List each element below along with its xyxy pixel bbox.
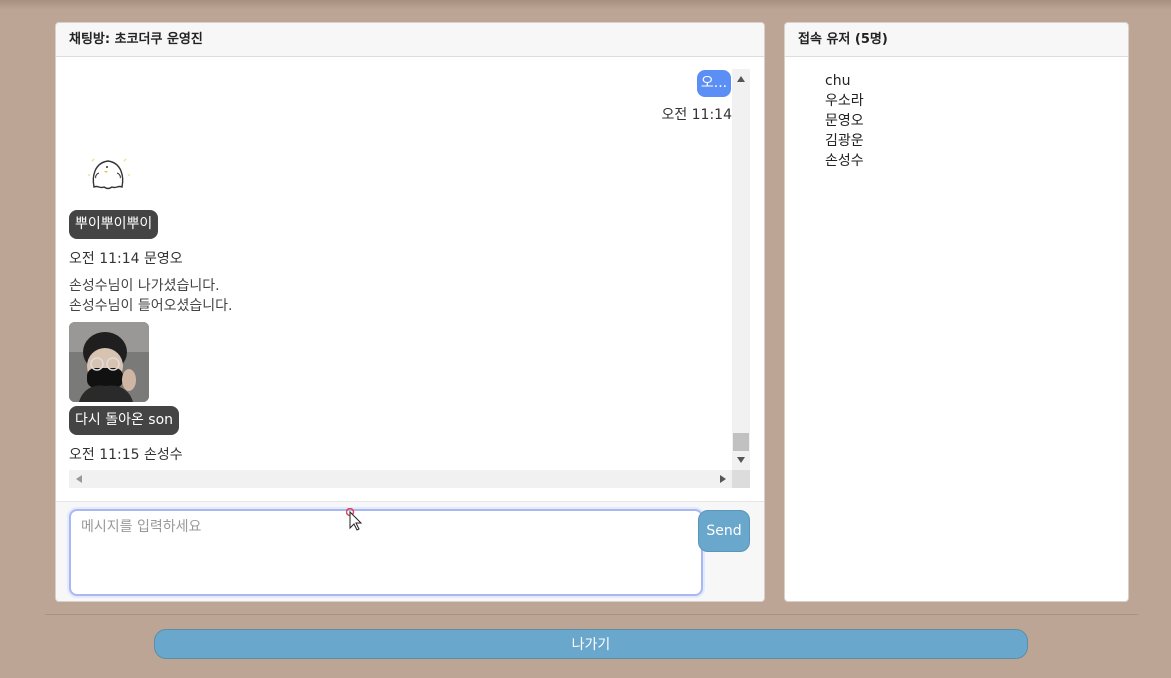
users-panel: 접속 유저 (5명) chu 우소라 문영오 김광운 손성수 <box>784 22 1129 602</box>
divider <box>45 614 1138 615</box>
my-message-bubble: 오... <box>697 70 731 97</box>
user-item: 문영오 <box>825 113 864 129</box>
chat-panel: 채팅방: 초코더쿠 운영진 오... 오전 11:14 뿌이뿌이뿌이 오전 11… <box>55 22 765 602</box>
message-meta: 오전 11:14 문영오 <box>69 251 183 267</box>
mouse-cursor-icon <box>345 507 366 536</box>
scroll-thumb[interactable] <box>733 433 749 451</box>
message-list[interactable]: 오... 오전 11:14 뿌이뿌이뿌이 오전 11:14 문영오 손성수님이 … <box>56 57 764 489</box>
scroll-right-icon[interactable] <box>720 475 726 483</box>
leave-button[interactable]: 나가기 <box>154 629 1028 659</box>
ghost-emoticon-image <box>82 147 134 199</box>
message-input[interactable] <box>69 509 703 596</box>
message-area: 오... 오전 11:14 뿌이뿌이뿌이 오전 11:14 문영오 손성수님이 … <box>56 57 732 467</box>
my-message-time: 오전 11:14 <box>661 107 732 123</box>
scroll-up-icon[interactable] <box>737 76 745 82</box>
scroll-left-icon[interactable] <box>76 475 82 483</box>
users-panel-title: 접속 유저 (5명) <box>785 23 1128 57</box>
scroll-down-icon[interactable] <box>737 457 745 463</box>
profile-photo-image <box>69 322 149 402</box>
message-compose-area: Send <box>56 501 764 601</box>
vertical-scrollbar[interactable] <box>732 69 750 472</box>
user-item: chu <box>825 73 851 89</box>
chat-room-title: 채팅방: 초코더쿠 운영진 <box>56 23 764 57</box>
other-message-bubble: 뿌이뿌이뿌이 <box>69 210 159 239</box>
horizontal-scrollbar[interactable] <box>69 470 732 488</box>
scroll-corner <box>732 470 750 488</box>
user-item: 김광운 <box>825 133 864 149</box>
user-item: 우소라 <box>825 93 864 109</box>
other-message-bubble: 다시 돌아온 son <box>69 406 180 435</box>
user-item: 손성수 <box>825 153 864 169</box>
user-list: chu 우소라 문영오 김광운 손성수 <box>825 71 864 171</box>
top-band <box>0 0 1171 10</box>
message-meta: 오전 11:15 손성수 <box>69 447 183 463</box>
system-message-left: 손성수님이 나가셨습니다. <box>69 278 220 294</box>
system-message-joined: 손성수님이 들어오셨습니다. <box>69 298 233 314</box>
send-button[interactable]: Send <box>698 510 750 552</box>
